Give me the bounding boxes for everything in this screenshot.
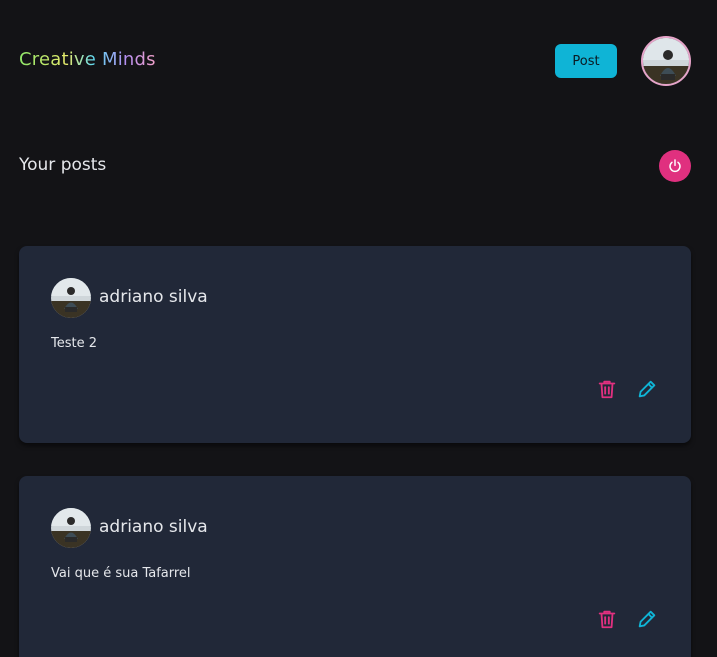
logo[interactable]: Creative Minds	[19, 49, 156, 70]
post-content: Vai que é sua Tafarrel	[51, 566, 191, 581]
delete-post-button[interactable]	[594, 606, 620, 632]
avatar-image	[643, 38, 689, 84]
edit-post-button[interactable]	[634, 606, 660, 632]
post-content: Teste 2	[51, 336, 98, 351]
trash-icon	[598, 610, 616, 629]
pencil-icon	[638, 610, 656, 628]
post-author: adriano silva	[99, 517, 208, 537]
power-icon	[669, 159, 681, 173]
post-card: adriano silva Vai que é sua Tafarrel	[19, 476, 691, 657]
edit-post-button[interactable]	[634, 376, 660, 402]
page: Creative Minds Post Your posts adriano s…	[0, 0, 717, 657]
avatar-image	[51, 508, 91, 548]
post-button[interactable]: Post	[555, 44, 617, 78]
author-avatar	[51, 508, 91, 548]
pencil-icon	[638, 380, 656, 398]
top-navbar: Creative Minds Post	[0, 0, 717, 122]
author-avatar	[51, 278, 91, 318]
trash-icon	[598, 380, 616, 399]
post-author: adriano silva	[99, 287, 208, 307]
post-card: adriano silva Teste 2	[19, 246, 691, 443]
page-title: Your posts	[19, 155, 107, 175]
user-avatar[interactable]	[641, 36, 691, 86]
avatar-image	[51, 278, 91, 318]
logout-button[interactable]	[659, 150, 691, 182]
delete-post-button[interactable]	[594, 376, 620, 402]
